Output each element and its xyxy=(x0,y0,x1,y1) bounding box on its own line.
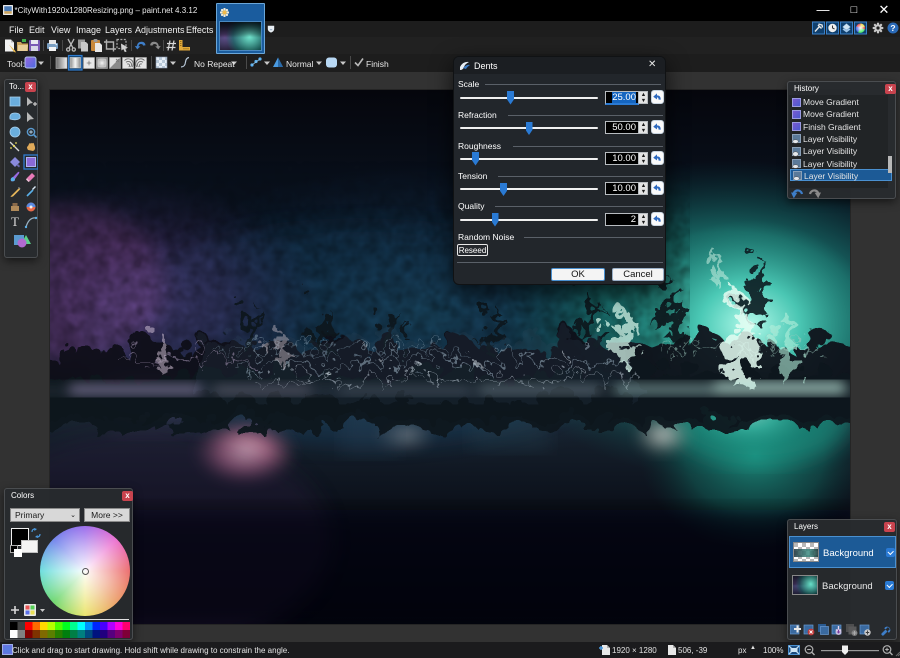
svg-text:?: ? xyxy=(890,23,895,33)
svg-text:T: T xyxy=(11,214,19,229)
